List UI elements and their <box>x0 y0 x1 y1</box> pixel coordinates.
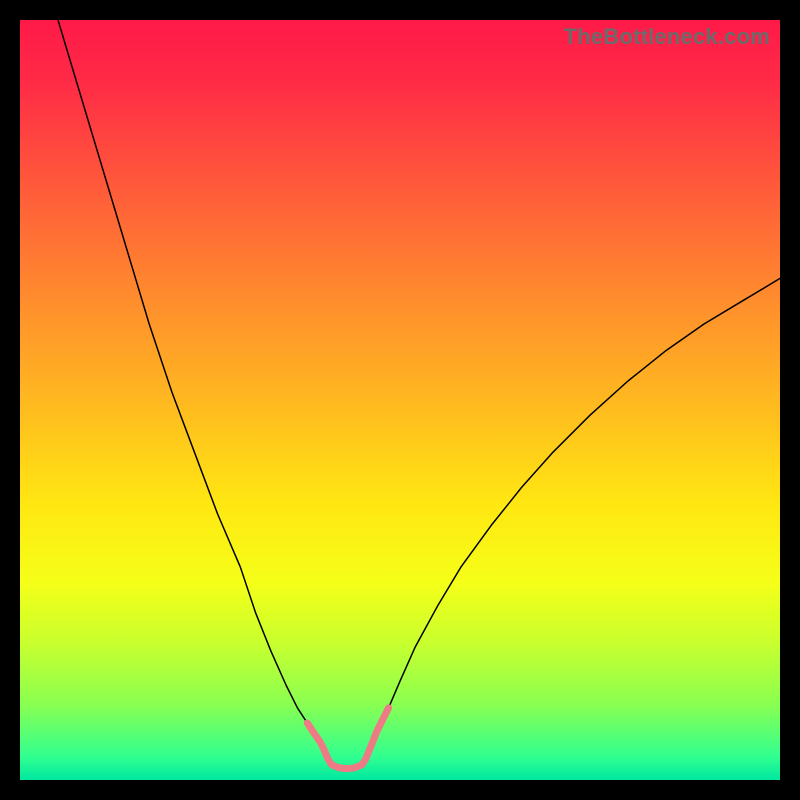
chart-frame: TheBottleneck.com <box>0 0 800 800</box>
plot-area: TheBottleneck.com <box>20 20 780 780</box>
series-bottom-pink-segment <box>307 708 388 769</box>
chart-svg <box>20 20 780 780</box>
series-left-curve <box>58 20 328 759</box>
series-right-curve <box>366 278 780 758</box>
